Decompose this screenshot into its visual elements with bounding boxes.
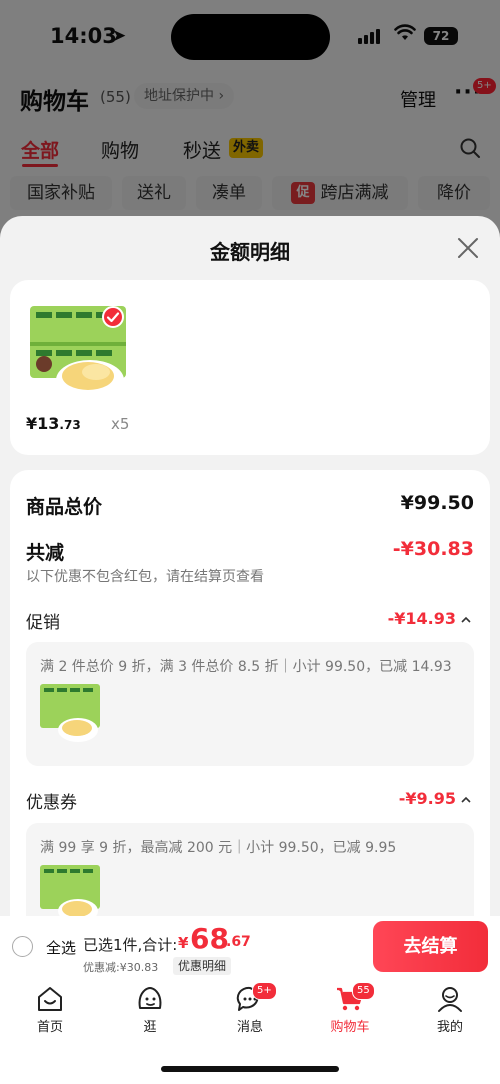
message-badge: 5+	[252, 982, 277, 1000]
product-price: ¥13.73	[26, 414, 81, 433]
total-amount-decimal: .67	[226, 934, 251, 950]
select-all-radio[interactable]	[12, 936, 33, 957]
tabbar-label: 购物车	[330, 1020, 370, 1035]
reduce-value: -¥30.83	[392, 538, 474, 560]
selected-check-icon	[102, 306, 124, 328]
sheet-title: 金额明细	[210, 240, 290, 264]
tabbar-profile[interactable]: 我的	[415, 984, 485, 1035]
discount-summary: 优惠减:¥30.83	[83, 961, 159, 974]
tabbar-label: 消息	[236, 1020, 263, 1035]
product-quantity: x5	[111, 415, 130, 433]
home-icon	[38, 987, 62, 1011]
selected-summary: 已选1件,合计:	[83, 936, 178, 954]
cart-badge: 55	[352, 982, 375, 1000]
chevron-up-icon[interactable]	[460, 794, 472, 806]
discount-note: 以下优惠不包含红包，请在结算页查看	[26, 569, 264, 585]
explore-icon	[138, 987, 162, 1009]
checkout-button[interactable]: 去结算	[373, 921, 488, 972]
checkout-bar: 全选 已选1件,合计: ¥ 68 .67 优惠减:¥30.83 优惠明细 去结算	[0, 916, 500, 978]
tabbar-home[interactable]: 首页	[15, 984, 85, 1035]
chevron-up-icon[interactable]	[460, 614, 472, 626]
discount-detail-button[interactable]: 优惠明细	[173, 957, 232, 975]
total-currency: ¥	[178, 934, 189, 952]
promotion-desc: 满 2 件总价 9 折，满 3 件总价 8.5 折｜小计 99.50，已减 14…	[40, 659, 452, 675]
tabbar-label: 逛	[143, 1020, 157, 1035]
close-icon[interactable]	[456, 236, 480, 260]
product-thumbnail	[40, 865, 100, 916]
amount-detail-sheet: 金额明细 ¥13.73 x5 商品总价 ¥99.50 共减 -¥30.83 以下…	[0, 216, 500, 916]
total-amount: 68	[190, 922, 229, 955]
coupon-detail-box: 满 99 享 9 折，最高减 200 元｜小计 99.50，已减 9.95	[26, 823, 474, 916]
total-value: ¥99.50	[400, 492, 474, 514]
product-card: ¥13.73 x5	[10, 280, 490, 455]
tabbar-messages[interactable]: 消息 5+	[215, 982, 285, 1035]
tabbar-label: 首页	[36, 1020, 63, 1035]
promotion-value[interactable]: -¥14.93	[388, 609, 456, 628]
tabbar-explore[interactable]: 逛	[115, 984, 185, 1035]
reduce-label: 共减	[26, 542, 65, 564]
coupon-label: 优惠券	[26, 793, 77, 813]
product-thumbnail	[40, 684, 100, 742]
coupon-value[interactable]: -¥9.95	[399, 789, 456, 808]
select-all-label[interactable]: 全选	[46, 937, 76, 958]
promotion-detail-box: 满 2 件总价 9 折，满 3 件总价 8.5 折｜小计 99.50，已减 14…	[26, 642, 474, 766]
promotion-label: 促销	[26, 613, 60, 633]
tabbar-cart[interactable]: 购物车 55	[315, 982, 385, 1035]
product-price-dec: .73	[59, 418, 81, 432]
price-detail-card: 商品总价 ¥99.50 共减 -¥30.83 以下优惠不包含红包，请在结算页查看…	[10, 470, 490, 916]
profile-icon	[438, 987, 462, 1012]
home-indicator	[161, 1066, 339, 1072]
coupon-desc: 满 99 享 9 折，最高减 200 元｜小计 99.50，已减 9.95	[40, 840, 397, 856]
total-label: 商品总价	[26, 496, 103, 518]
tabbar-label: 我的	[436, 1020, 463, 1035]
product-price-int: ¥13	[26, 414, 60, 433]
